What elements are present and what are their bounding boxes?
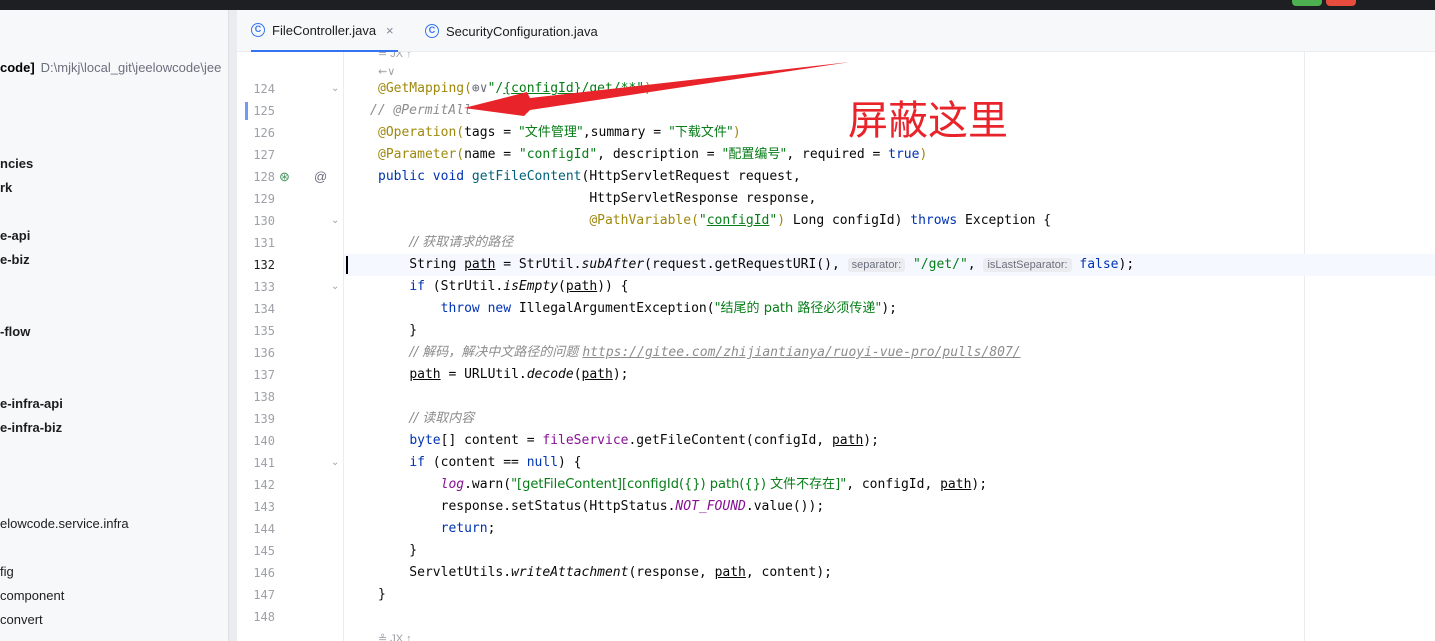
annotation-text: 屏蔽这里 [848, 98, 1008, 144]
arrow-shape [464, 62, 850, 116]
red-arrow-annotation [464, 62, 850, 116]
